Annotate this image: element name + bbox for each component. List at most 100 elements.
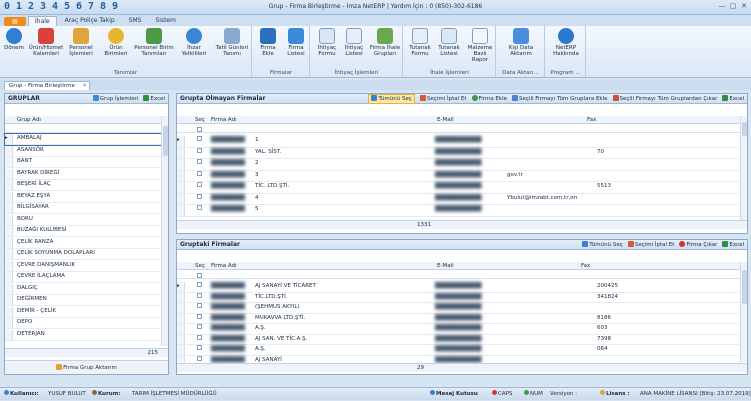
email-column[interactable]: E-Mail xyxy=(435,262,454,270)
tab-arac-police-takip[interactable]: Araç Poliçe Takip xyxy=(59,16,121,26)
tab-sistem[interactable]: Sistem xyxy=(149,16,182,26)
document-tab[interactable]: Grup - Firma Birleştirme ✕ xyxy=(4,81,90,90)
scrollbar-thumb[interactable] xyxy=(742,270,747,304)
groups-filter-row[interactable] xyxy=(5,125,161,133)
select-checkbox[interactable] xyxy=(197,334,202,340)
scrollbar-thumb[interactable] xyxy=(742,122,747,136)
list-item[interactable]: DEPO xyxy=(5,318,161,329)
tatil-gunleri-tanimi-button[interactable]: Tatil Günleri Tanımı xyxy=(214,28,250,57)
list-item[interactable]: DEĞİRMEN xyxy=(5,295,161,306)
firma-adi-column[interactable]: Firma Adı xyxy=(209,262,237,270)
firma-ekle-button[interactable]: Firma Ekle xyxy=(256,28,280,57)
select-checkbox[interactable] xyxy=(197,345,202,350)
urun-hizmet-kalemleri-button[interactable]: Ürün/Hizmet Kalemleri xyxy=(28,28,64,57)
table-row[interactable]: ████████ 4 ███████████ Ybulut@imzabt.com.tr… xyxy=(177,193,740,205)
cancel-selection-button[interactable]: Seçimi İptal Et xyxy=(627,240,674,250)
excel-button[interactable]: Excel xyxy=(722,94,744,104)
minimize-icon[interactable]: — xyxy=(717,1,727,11)
table-row[interactable]: ████████ 2 ███████████ xyxy=(177,159,740,171)
select-checkbox[interactable] xyxy=(197,324,202,329)
list-item[interactable]: ÇELİK SOYUNMA DOLAPLARI xyxy=(5,249,161,260)
list-item[interactable]: DALGIÇ xyxy=(5,283,161,295)
list-item[interactable]: BANT xyxy=(5,157,161,168)
select-all-button[interactable]: Tümünü Seç xyxy=(368,94,415,104)
firma-adi-column[interactable]: Firma Adı xyxy=(209,116,237,124)
fax-column[interactable]: Fax xyxy=(585,116,596,124)
table-row[interactable]: ████████ TİC. LTD.ŞTİ. ███████████ 5513 xyxy=(177,182,740,194)
filter-checkbox[interactable] xyxy=(197,127,202,132)
select-checkbox[interactable] xyxy=(197,136,202,141)
fax-column[interactable]: Fax xyxy=(579,262,590,270)
ihtiyac-formu-button[interactable]: İhtiyaç Formu xyxy=(314,28,340,57)
select-checkbox[interactable] xyxy=(197,182,202,187)
table-row[interactable]: ▸ ████████ AJ SANAYİ VE TİCARET ███████████… xyxy=(177,282,740,293)
list-item[interactable]: BORU xyxy=(5,214,161,226)
firma-ihale-gruplari-button[interactable]: Firma İhale Grupları xyxy=(368,28,402,57)
table-row[interactable]: ████████ (ŞEHMUS AKYIL) ███████████ xyxy=(177,303,740,314)
excel-button[interactable]: Excel xyxy=(722,240,744,250)
table-row[interactable]: ▸ ████████ 1 ███████████ xyxy=(177,136,740,148)
select-checkbox[interactable] xyxy=(197,205,202,210)
donem-button[interactable]: Dönem xyxy=(2,28,26,51)
select-checkbox[interactable] xyxy=(197,303,202,308)
firma-listesi-button[interactable]: Firma Listesi xyxy=(283,28,309,57)
in-group-scrollbar[interactable] xyxy=(740,262,747,362)
remove-company-button[interactable]: Firma Çıkar xyxy=(679,240,717,250)
excel-button[interactable]: Excel xyxy=(143,94,165,104)
list-item[interactable]: DEMİR - ÇELİK xyxy=(5,306,161,318)
ihzar-yetkilileri-button[interactable]: İhzar Yetkilileri xyxy=(176,28,212,57)
list-item[interactable]: DETERJAN xyxy=(5,329,161,341)
malzeme-bazli-rapor-button[interactable]: Malzeme Bazlı Rapor xyxy=(465,28,495,63)
select-checkbox[interactable] xyxy=(197,282,202,287)
cancel-selection-button[interactable]: Seçimi İptal Et xyxy=(419,94,467,104)
tab-ihale[interactable]: İhale xyxy=(28,16,57,26)
table-row[interactable]: ████████ 5 ███████████ xyxy=(177,205,740,217)
add-company-button[interactable]: Firma Ekle xyxy=(471,94,507,104)
scrollbar-thumb[interactable] xyxy=(163,126,168,156)
select-all-button[interactable]: Tümünü Seç xyxy=(582,240,623,250)
personel-islemleri-button[interactable]: Personel İşlemleri xyxy=(66,28,96,57)
table-row[interactable]: ████████ YAL. SİST. ███████████ 70 xyxy=(177,147,740,159)
list-item[interactable]: BEŞERİ İLAÇ xyxy=(5,180,161,191)
tutanak-formu-button[interactable]: Tutanak Formu xyxy=(407,28,433,57)
ihtiyac-listesi-button[interactable]: İhtiyaç Listesi xyxy=(341,28,367,57)
list-item[interactable]: ÇEVRE DANIŞMANLIK xyxy=(5,260,161,272)
in-group-filter-row[interactable] xyxy=(177,271,740,279)
table-row[interactable]: ████████ MUKAVVA LTD.ŞTİ. ███████████ 8186 xyxy=(177,313,740,324)
select-checkbox[interactable] xyxy=(197,292,202,298)
group-operations-button[interactable]: Grup İşlemleri xyxy=(92,94,138,104)
firma-grup-aktarim-button[interactable]: Firma Grup Aktarım xyxy=(5,360,168,374)
list-item[interactable]: ASANSÖR xyxy=(5,145,161,157)
not-in-group-scrollbar[interactable] xyxy=(740,116,747,223)
select-checkbox[interactable] xyxy=(197,355,202,361)
list-item[interactable]: BUZAĞI KULUBESİ xyxy=(5,226,161,237)
list-item[interactable]: BAYRAK DİREĞİ xyxy=(5,168,161,180)
email-column[interactable]: E-Mail xyxy=(435,116,454,124)
groups-scrollbar[interactable] xyxy=(161,116,168,346)
personel-birim-tanimlari-button[interactable]: Personel Birim Tanımları xyxy=(134,28,174,57)
select-checkbox[interactable] xyxy=(197,147,202,153)
neterp-hakkinda-button[interactable]: NetERP Hakkında xyxy=(549,28,583,57)
table-row[interactable]: ████████ TİC.LTD.ŞTİ. ███████████ 341824 xyxy=(177,292,740,303)
list-item[interactable]: ÇEVRE İLAÇLAMA xyxy=(5,272,161,283)
table-row[interactable]: ████████ A.Ş. ███████████ 603 xyxy=(177,324,740,335)
select-checkbox[interactable] xyxy=(197,193,202,199)
close-icon[interactable]: ✕ xyxy=(739,1,749,11)
kisi-data-aktarim-button[interactable]: Kişi Data Aktarım xyxy=(503,28,539,57)
list-item[interactable]: BEYAZ EŞYA xyxy=(5,191,161,203)
close-tab-icon[interactable]: ✕ xyxy=(82,82,87,90)
not-in-group-filter-row[interactable] xyxy=(177,125,740,133)
table-row[interactable]: ████████ A.Ş. ███████████ 064 xyxy=(177,345,740,356)
maximize-icon[interactable]: ▢ xyxy=(728,1,738,11)
list-item[interactable]: BİLGİSAYAR xyxy=(5,203,161,214)
add-to-all-groups-button[interactable]: Seçili Firmayı Tüm Gruplara Ekle xyxy=(512,94,608,104)
sec-column[interactable]: Seç xyxy=(193,116,205,124)
table-row[interactable]: ████████ AJ SAN. VE TİC.A.Ş. ███████████ 73… xyxy=(177,334,740,345)
app-menu-button[interactable]: ▤ xyxy=(4,17,26,26)
list-item[interactable]: ÇELİK RANZA xyxy=(5,237,161,249)
message-box-button[interactable]: Mesaj Kutusu xyxy=(430,388,478,401)
select-checkbox[interactable] xyxy=(197,170,202,176)
sec-column[interactable]: Seç xyxy=(193,262,205,270)
select-checkbox[interactable] xyxy=(197,159,202,164)
select-checkbox[interactable] xyxy=(197,313,202,319)
